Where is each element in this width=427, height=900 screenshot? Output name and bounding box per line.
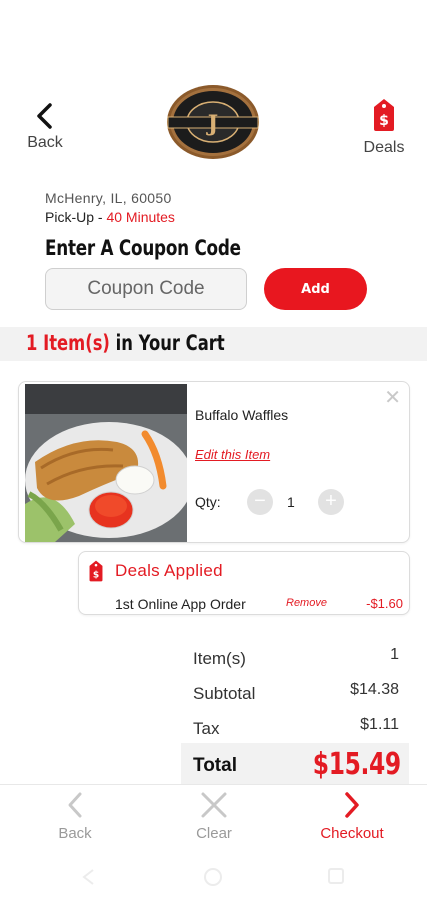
system-home-icon[interactable] xyxy=(204,868,222,886)
nav-clear-button[interactable]: Clear xyxy=(164,791,264,842)
deals-applied-title: Deals Applied xyxy=(115,561,223,580)
back-label: Back xyxy=(27,134,63,151)
add-coupon-button[interactable]: Add xyxy=(264,268,367,310)
tax-label: Tax xyxy=(193,719,220,738)
items-label: Item(s) xyxy=(193,649,246,668)
qty-increase-button[interactable]: + xyxy=(318,489,344,515)
chevron-left-icon xyxy=(68,792,82,818)
qty-decrease-button[interactable]: − xyxy=(247,489,273,515)
pickup-label: Pick-Up - xyxy=(45,209,107,225)
item-name: Buffalo Waffles xyxy=(195,407,289,423)
subtotal-value: $14.38 xyxy=(350,681,399,698)
nav-checkout-button[interactable]: Checkout xyxy=(302,791,402,842)
chevron-left-icon xyxy=(37,103,52,129)
nav-back-label: Back xyxy=(58,825,92,842)
brand-logo: J xyxy=(167,85,259,159)
svg-text:$: $ xyxy=(93,570,99,580)
summary-subtotal-row: Subtotal $14.38 xyxy=(181,673,409,708)
back-button[interactable]: Back xyxy=(20,102,70,152)
bottom-nav: Back Clear Checkout xyxy=(0,784,427,854)
summary-items-row: Item(s) 1 xyxy=(181,638,409,673)
nav-clear-label: Clear xyxy=(196,825,232,842)
item-image xyxy=(25,384,187,542)
svg-text:$: $ xyxy=(379,113,389,129)
items-value: 1 xyxy=(390,646,399,663)
remove-item-icon[interactable]: ✕ xyxy=(384,388,401,408)
qty-label: Qty: xyxy=(195,494,221,510)
system-recents-icon[interactable] xyxy=(328,868,344,884)
subtotal-label: Subtotal xyxy=(193,684,256,703)
cart-suffix: in Your Cart xyxy=(109,331,225,355)
edit-item-link[interactable]: Edit this Item xyxy=(195,447,270,462)
chevron-right-icon xyxy=(345,792,359,818)
summary-total-row: Total $15.49 xyxy=(181,743,409,785)
system-back-icon[interactable] xyxy=(80,868,96,886)
cart-header: 1 Item(s) in Your Cart xyxy=(0,327,427,361)
deals-button[interactable]: $ Deals xyxy=(359,98,409,157)
tax-value: $1.11 xyxy=(360,716,399,733)
store-address: McHenry, IL, 60050 xyxy=(45,190,172,206)
deal-amount: -$1.60 xyxy=(366,596,403,611)
nav-back-button[interactable]: Back xyxy=(25,791,125,842)
deals-label: Deals xyxy=(363,139,405,156)
summary-tax-row: Tax $1.11 xyxy=(181,708,409,743)
pickup-time: 40 Minutes xyxy=(106,209,175,225)
order-summary: Item(s) 1 Subtotal $14.38 Tax $1.11 Tota… xyxy=(181,638,409,785)
price-tag-icon: $ xyxy=(374,99,394,131)
header: Back J $ Deals xyxy=(0,80,427,160)
close-icon xyxy=(201,792,227,818)
price-tag-icon: $ xyxy=(89,560,103,582)
coupon-code-input[interactable] xyxy=(45,268,247,310)
pickup-info: Pick-Up - 40 Minutes xyxy=(45,209,175,225)
system-nav-bar xyxy=(0,854,427,900)
cart-item: ✕ Buffalo Waffles Edit this Item Qty: − … xyxy=(18,381,410,543)
cart-title: 1 Item(s) in Your Cart xyxy=(26,331,225,355)
deal-name: 1st Online App Order xyxy=(115,596,246,612)
deals-applied-card: $ Deals Applied 1st Online App Order Rem… xyxy=(78,551,410,615)
total-label: Total xyxy=(193,755,237,776)
remove-deal-link[interactable]: Remove xyxy=(286,597,327,609)
coupon-title: Enter A Coupon Code xyxy=(45,236,241,260)
nav-checkout-label: Checkout xyxy=(320,825,384,842)
qty-value: 1 xyxy=(287,494,295,510)
cart-count: 1 Item(s) xyxy=(26,331,110,355)
logo-letter: J xyxy=(206,111,218,137)
total-value: $15.49 xyxy=(313,747,401,782)
